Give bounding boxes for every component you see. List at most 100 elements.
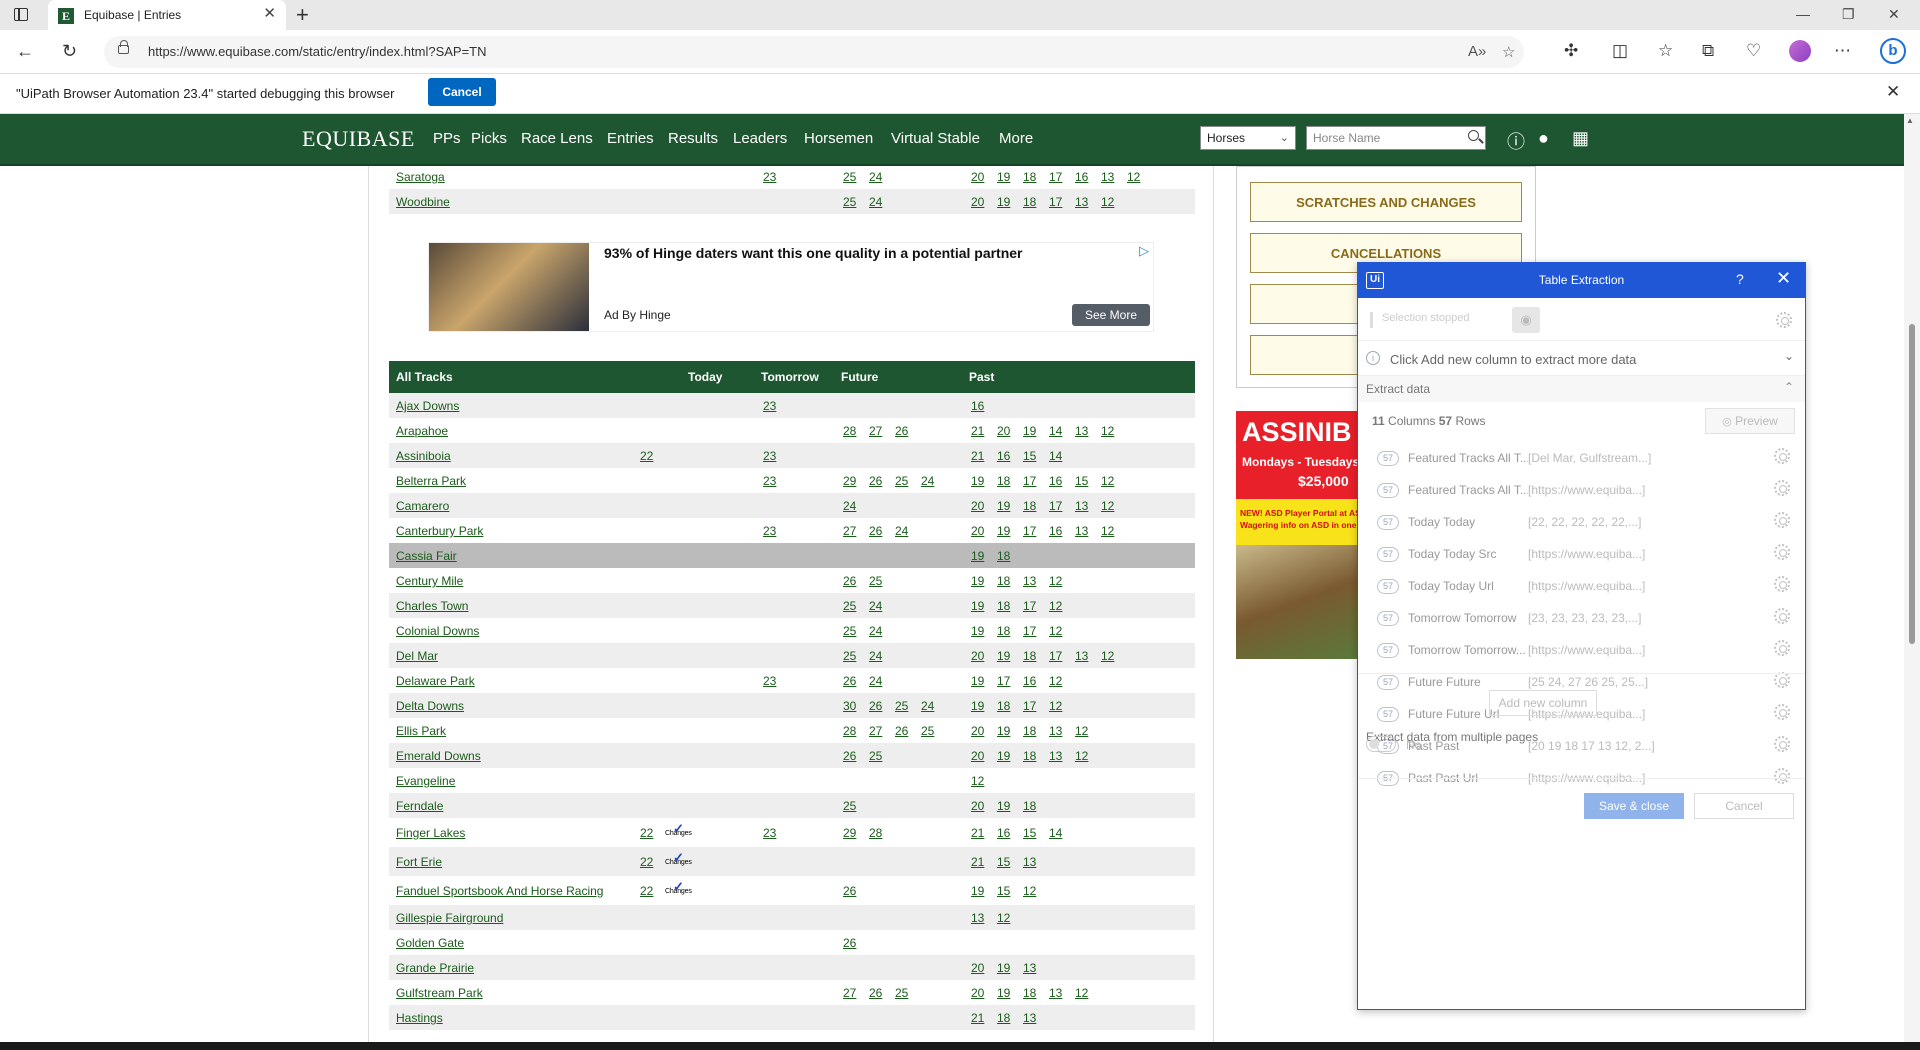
- track-name-link[interactable]: Canterbury Park: [396, 524, 483, 538]
- past-date-link[interactable]: 19: [971, 884, 984, 898]
- past-date-link[interactable]: 12: [1101, 524, 1114, 538]
- past-date-link[interactable]: 19: [1023, 424, 1036, 438]
- future-date-link[interactable]: 27: [843, 986, 856, 1000]
- track-name-link[interactable]: Belterra Park: [396, 474, 466, 488]
- past-date-link[interactable]: 13: [1075, 499, 1088, 513]
- past-date-link[interactable]: 19: [971, 699, 984, 713]
- past-date-link[interactable]: 21: [971, 424, 984, 438]
- past-date-link[interactable]: 19: [997, 986, 1010, 1000]
- past-date-link[interactable]: 20: [971, 524, 984, 538]
- past-date-link[interactable]: 20: [971, 649, 984, 663]
- past-date-link[interactable]: 17: [1023, 474, 1036, 488]
- multi-page-toggle[interactable]: [1366, 736, 1396, 752]
- past-date-link[interactable]: 21: [971, 449, 984, 463]
- past-date-link[interactable]: 18: [997, 599, 1010, 613]
- past-date-link[interactable]: 20: [971, 195, 984, 209]
- nav-entries[interactable]: Entries: [607, 130, 654, 147]
- past-date-link[interactable]: 18: [1023, 799, 1036, 813]
- nav-picks[interactable]: Picks: [471, 130, 507, 147]
- future-date-link[interactable]: 25: [869, 574, 882, 588]
- browser-essentials-icon[interactable]: ♡: [1746, 40, 1761, 62]
- track-name-link[interactable]: Cassia Fair: [396, 549, 457, 563]
- extracted-column-row[interactable]: 57 Today Today Url [https://www.equiba...]: [1358, 571, 1805, 603]
- future-date-link[interactable]: 25: [921, 724, 934, 738]
- past-date-link[interactable]: 18: [997, 574, 1010, 588]
- past-date-link[interactable]: 12: [1101, 499, 1114, 513]
- preview-button[interactable]: ◎ Preview: [1705, 408, 1795, 434]
- settings-gear-icon[interactable]: [1776, 312, 1792, 328]
- search-icon[interactable]: [1468, 130, 1479, 141]
- today-date-link[interactable]: 22: [640, 855, 653, 869]
- past-date-link[interactable]: 18: [1023, 170, 1036, 184]
- browser-tab-active[interactable]: E Equibase | Entries ✕: [48, 0, 286, 30]
- future-date-link[interactable]: 25: [843, 170, 856, 184]
- past-date-link[interactable]: 18: [997, 549, 1010, 563]
- future-date-link[interactable]: 25: [843, 799, 856, 813]
- track-name-link[interactable]: Delta Downs: [396, 699, 464, 713]
- future-date-link[interactable]: 26: [869, 474, 882, 488]
- eye-toggle-icon[interactable]: ◉: [1512, 307, 1540, 333]
- past-date-link[interactable]: 18: [997, 624, 1010, 638]
- past-date-link[interactable]: 19: [997, 499, 1010, 513]
- past-date-link[interactable]: 12: [1049, 599, 1062, 613]
- past-date-link[interactable]: 19: [997, 170, 1010, 184]
- column-settings-gear-icon[interactable]: [1774, 608, 1790, 624]
- future-date-link[interactable]: 24: [895, 524, 908, 538]
- future-date-link[interactable]: 26: [843, 884, 856, 898]
- track-name-link[interactable]: Del Mar: [396, 649, 438, 663]
- past-date-link[interactable]: 18: [997, 699, 1010, 713]
- future-date-link[interactable]: 26: [869, 524, 882, 538]
- future-date-link[interactable]: 25: [843, 195, 856, 209]
- past-date-link[interactable]: 12: [1101, 195, 1114, 209]
- past-date-link[interactable]: 19: [997, 749, 1010, 763]
- chevron-up-icon[interactable]: ⌃: [1784, 380, 1794, 394]
- past-date-link[interactable]: 18: [1023, 986, 1036, 1000]
- track-name-link[interactable]: Gillespie Fairground: [396, 911, 503, 925]
- nav-leaders[interactable]: Leaders: [733, 130, 787, 147]
- past-date-link[interactable]: 15: [1075, 474, 1088, 488]
- past-date-link[interactable]: 19: [971, 624, 984, 638]
- future-date-link[interactable]: 25: [869, 749, 882, 763]
- split-screen-icon[interactable]: ◫: [1612, 40, 1628, 62]
- help-icon[interactable]: ?: [1736, 271, 1744, 287]
- column-settings-gear-icon[interactable]: [1774, 480, 1790, 496]
- past-date-link[interactable]: 16: [1049, 474, 1062, 488]
- future-date-link[interactable]: 27: [869, 724, 882, 738]
- past-date-link[interactable]: 13: [1023, 1011, 1036, 1025]
- extracted-column-row[interactable]: 57 Featured Tracks All T... [Del Mar, Gulf…: [1358, 443, 1805, 475]
- past-date-link[interactable]: 21: [971, 1011, 984, 1025]
- future-date-link[interactable]: 29: [843, 826, 856, 840]
- column-settings-gear-icon[interactable]: [1774, 576, 1790, 592]
- changes-badge[interactable]: Changes: [665, 850, 692, 866]
- extracted-column-row[interactable]: 57 Today Today [22, 22, 22, 22, 22,...]: [1358, 507, 1805, 539]
- nav-horsemen[interactable]: Horsemen: [804, 130, 873, 147]
- past-date-link[interactable]: 20: [971, 986, 984, 1000]
- track-name-link[interactable]: Fanduel Sportsbook And Horse Racing: [396, 884, 603, 898]
- favorites-icon[interactable]: ☆: [1658, 40, 1673, 62]
- past-date-link[interactable]: 19: [971, 474, 984, 488]
- nav-results[interactable]: Results: [668, 130, 718, 147]
- profile-avatar[interactable]: [1789, 40, 1811, 62]
- past-date-link[interactable]: 18: [1023, 749, 1036, 763]
- future-date-link[interactable]: 27: [869, 424, 882, 438]
- scratches-changes-button[interactable]: SCRATCHES AND CHANGES: [1250, 182, 1522, 222]
- changes-badge[interactable]: Changes: [665, 821, 692, 837]
- past-date-link[interactable]: 13: [1023, 574, 1036, 588]
- nav-more[interactable]: More: [999, 130, 1033, 147]
- past-date-link[interactable]: 16: [997, 449, 1010, 463]
- future-date-link[interactable]: 26: [843, 674, 856, 688]
- track-name-link[interactable]: Finger Lakes: [396, 826, 465, 840]
- scroll-up-icon[interactable]: ▲: [1906, 116, 1914, 125]
- past-date-link[interactable]: 13: [1049, 749, 1062, 763]
- past-date-link[interactable]: 13: [1023, 961, 1036, 975]
- track-name-link[interactable]: Saratoga: [396, 170, 445, 184]
- future-date-link[interactable]: 26: [843, 936, 856, 950]
- future-date-link[interactable]: 26: [895, 724, 908, 738]
- past-date-link[interactable]: 19: [997, 799, 1010, 813]
- past-date-link[interactable]: 20: [971, 724, 984, 738]
- add-new-column-button[interactable]: Add new column: [1489, 690, 1597, 716]
- tomorrow-date-link[interactable]: 23: [763, 474, 776, 488]
- past-date-link[interactable]: 18: [997, 1011, 1010, 1025]
- past-date-link[interactable]: 20: [971, 799, 984, 813]
- past-date-link[interactable]: 17: [1049, 195, 1062, 209]
